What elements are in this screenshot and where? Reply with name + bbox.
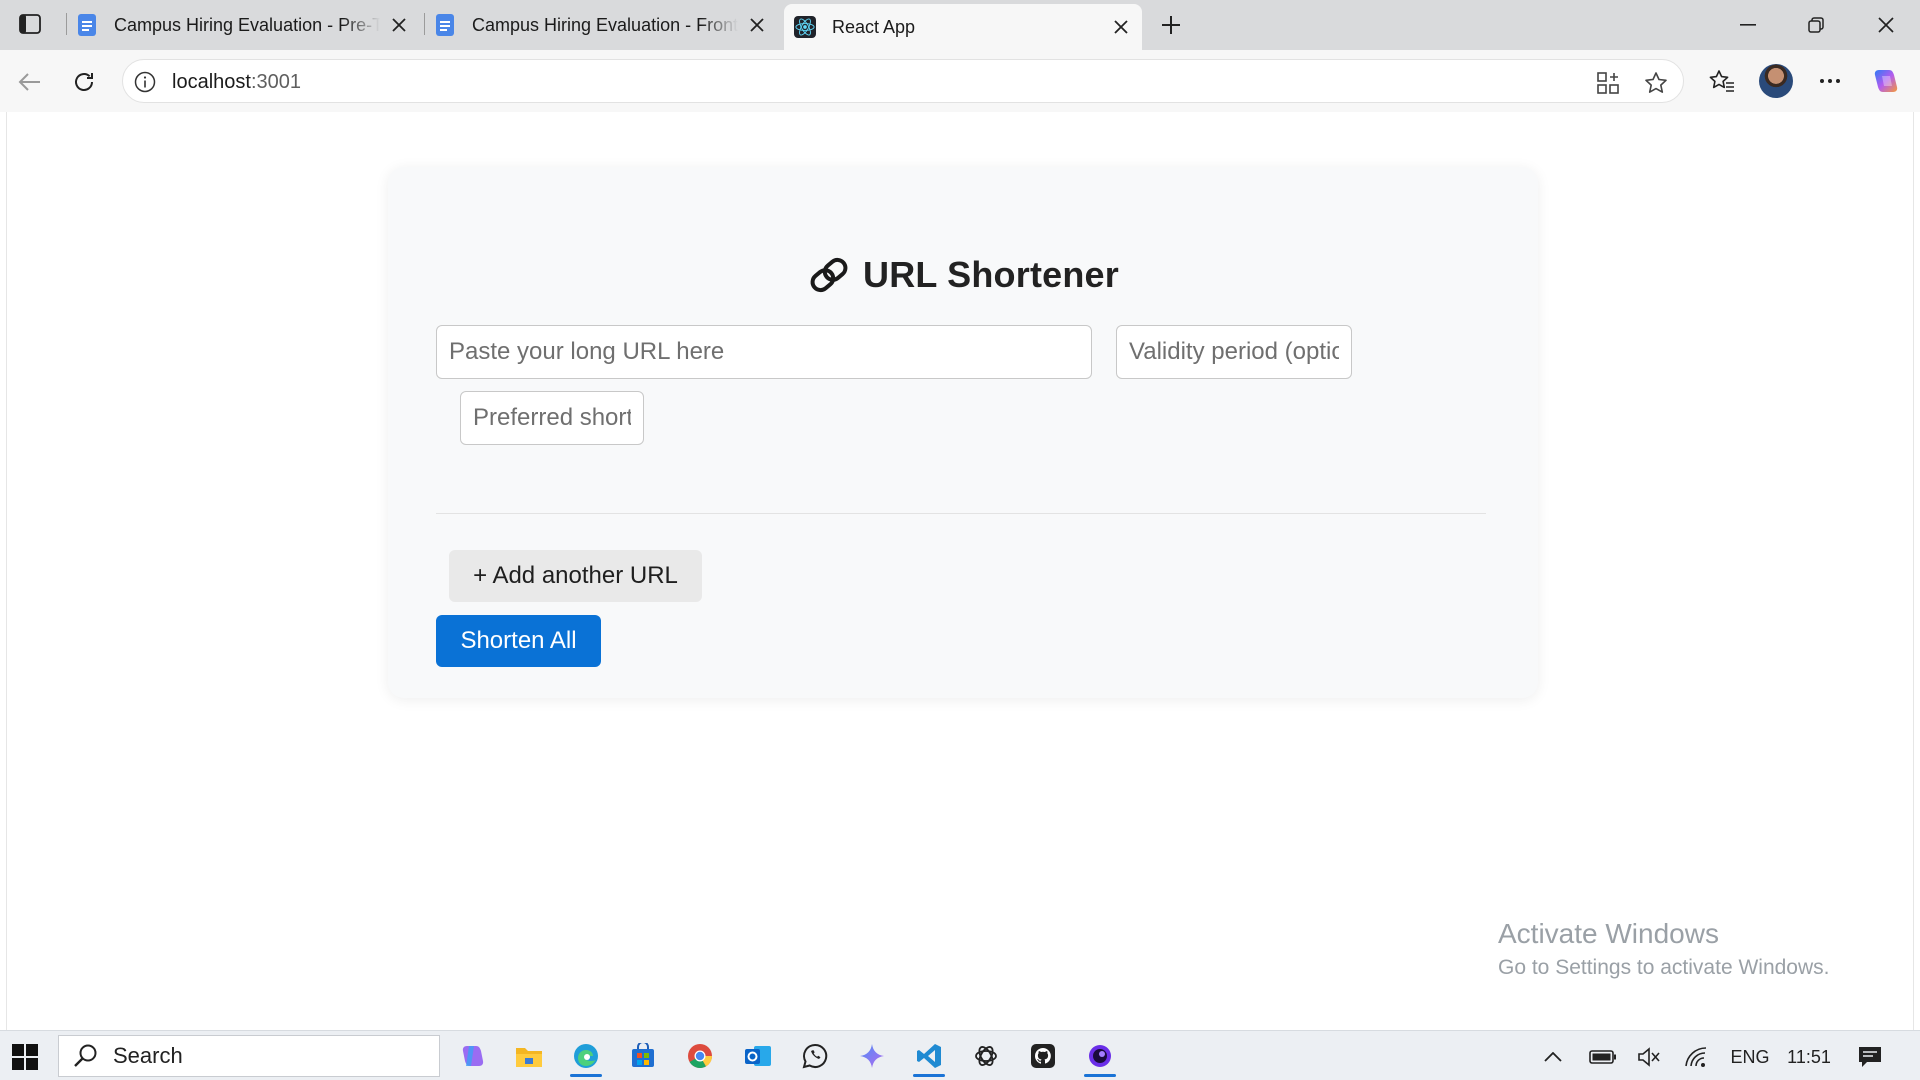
search-label: Search [113,1043,183,1068]
active-app-indicator [570,1074,602,1077]
activate-windows-watermark: Activate Windows Go to Settings to activ… [1498,918,1830,980]
search-icon [71,1041,101,1071]
whatsapp-icon[interactable] [795,1037,835,1075]
tab-campus-hiring-2[interactable]: Campus Hiring Evaluation - Fronte [424,5,778,45]
docs-icon [76,14,98,36]
new-tab-button[interactable] [1156,10,1186,40]
long-url-input[interactable] [436,325,1092,379]
refresh-icon[interactable] [64,62,104,102]
address-url: localhost:3001 [172,71,301,94]
notifications-icon[interactable] [1854,1043,1886,1071]
tab-react-app[interactable]: React App [784,4,1142,50]
page-title: URL Shortener [863,254,1119,295]
close-tab-icon[interactable] [388,14,410,36]
minimize-icon[interactable] [1726,8,1770,42]
tab-actions-icon[interactable] [12,10,48,38]
windows-start-icon[interactable] [10,1042,40,1072]
file-explorer-icon[interactable] [509,1037,549,1075]
close-tab-icon[interactable] [1110,16,1132,38]
outlook-icon[interactable] [738,1037,778,1075]
url-shortener-card: URL Shortener + Add another URL Shorten … [388,167,1538,698]
input-language[interactable]: ENG [1726,1043,1774,1071]
page-viewport: URL Shortener + Add another URL Shorten … [6,112,1914,1030]
back-arrow-icon[interactable] [10,62,50,102]
chrome-icon[interactable] [680,1037,720,1075]
close-tab-icon[interactable] [746,14,768,36]
more-options-icon[interactable] [1813,64,1847,98]
tab-title: React App [832,16,916,37]
vscode-icon[interactable] [909,1037,949,1077]
profile-avatar[interactable] [1759,64,1793,98]
preferred-shortcode-input[interactable] [460,391,644,445]
react-icon [794,16,816,38]
url-host: localhost [172,71,251,93]
copilot-icon[interactable] [1869,64,1903,98]
active-app-indicator [913,1074,945,1077]
app-available-icon[interactable] [1595,70,1621,96]
system-clock[interactable]: 11:51 [1782,1043,1836,1071]
wifi-icon[interactable] [1680,1043,1714,1071]
address-bar[interactable]: localhost:3001 [122,59,1684,103]
page-heading: URL Shortener [388,253,1538,297]
tab-title: Campus Hiring Evaluation - Fronte [472,14,738,35]
show-hidden-icons-chevron-icon[interactable] [1538,1043,1568,1071]
gemini-sparkle-icon[interactable] [852,1037,892,1075]
close-window-icon[interactable] [1864,8,1908,42]
copilot-app-icon[interactable] [453,1037,493,1075]
watermark-subtitle: Go to Settings to activate Windows. [1498,956,1830,979]
tab-title: Campus Hiring Evaluation - Pre-Te [114,14,380,35]
favorites-icon[interactable] [1705,64,1739,98]
taskbar-search-box[interactable]: Search [58,1035,440,1077]
media-app-icon[interactable] [1080,1037,1120,1077]
add-another-url-button[interactable]: + Add another URL [449,550,702,602]
edge-browser-icon[interactable] [566,1037,606,1077]
github-icon[interactable] [1023,1037,1063,1075]
windows-taskbar: Search ENG 11:51 [0,1030,1920,1080]
speaker-muted-icon[interactable] [1634,1043,1664,1071]
url-port: :3001 [250,71,301,93]
chatgpt-icon[interactable] [966,1037,1006,1075]
row-divider [436,513,1486,514]
favorite-star-icon[interactable] [1643,70,1669,96]
restore-icon[interactable] [1794,8,1838,42]
shorten-all-button[interactable]: Shorten All [436,615,601,667]
browser-toolbar: localhost:3001 [0,50,1920,112]
microsoft-store-icon[interactable] [623,1037,663,1075]
validity-period-input[interactable] [1116,325,1352,379]
clock-time: 11:51 [1787,1046,1831,1067]
tab-campus-hiring-1[interactable]: Campus Hiring Evaluation - Pre-Te [66,5,420,45]
browser-tab-strip: Campus Hiring Evaluation - Pre-Te Campus… [0,0,1920,50]
active-app-indicator [1084,1074,1116,1077]
link-icon [807,253,851,297]
site-info-icon[interactable] [133,70,157,94]
language-label: ENG [1730,1046,1770,1067]
docs-icon [434,14,456,36]
battery-icon[interactable] [1586,1043,1620,1071]
watermark-title: Activate Windows [1498,918,1719,949]
